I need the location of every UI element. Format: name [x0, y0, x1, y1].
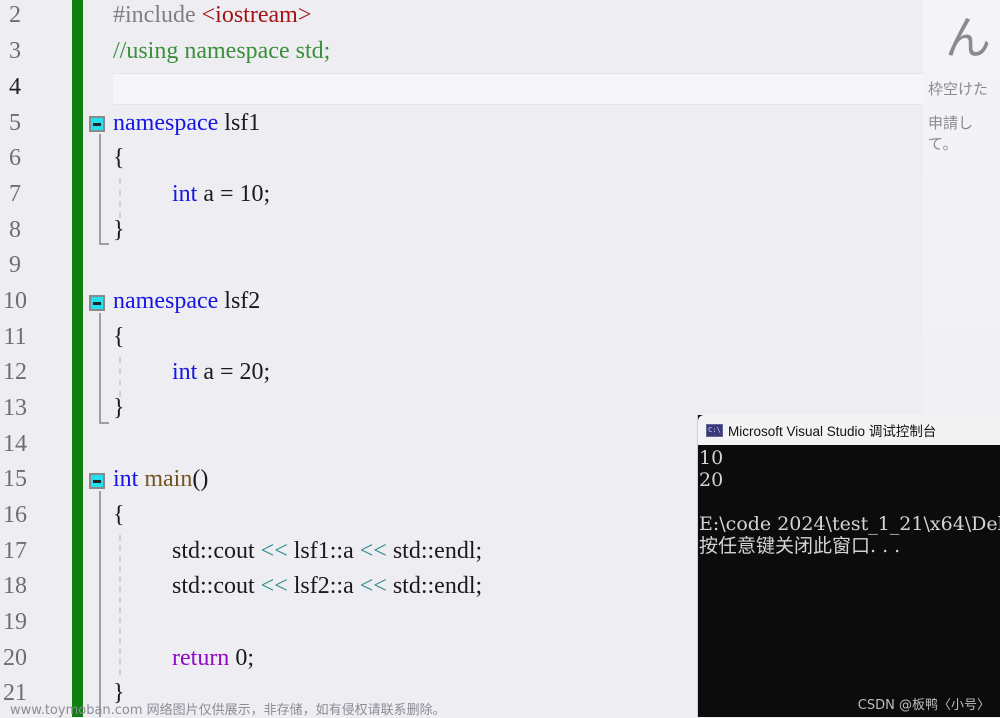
code-line-brace-close[interactable]: } [113, 395, 125, 422]
keyword: int [113, 466, 139, 492]
line-number-current: 4 [9, 74, 21, 100]
code-line-brace-open[interactable]: { [113, 502, 125, 529]
line-number: 16 [3, 502, 27, 528]
line-number: 10 [3, 288, 27, 314]
code-line-int-a-20[interactable]: int a = 20; [172, 359, 270, 386]
line-number: 6 [9, 145, 21, 171]
current-line-highlight [113, 73, 923, 105]
art-text: 申請して。 [928, 114, 974, 153]
line-number: 12 [3, 359, 27, 385]
fold-range-end [99, 422, 109, 424]
stream: std::cout [172, 538, 261, 564]
art-text: 枠空けた [928, 80, 989, 98]
keyword: int [172, 181, 198, 207]
keyword: namespace [113, 288, 219, 314]
code-line-return[interactable]: return 0; [172, 645, 254, 672]
fold-collapse-icon[interactable] [89, 295, 105, 311]
line-number: 11 [3, 324, 27, 350]
operator: << [359, 573, 387, 599]
statement: 0; [229, 645, 254, 671]
code-line-brace-open[interactable]: { [113, 324, 125, 351]
code-line-comment[interactable]: //using namespace std; [113, 38, 330, 65]
brace: { [113, 502, 125, 528]
line-number-gutter: 2 3 4 5 6 7 8 9 10 11 12 13 14 15 16 17 … [0, 0, 72, 717]
function-name: main [144, 466, 193, 492]
line-number: 19 [3, 609, 27, 635]
console-title: Microsoft Visual Studio 调试控制台 [728, 424, 937, 439]
parens: () [192, 466, 209, 492]
debug-console-window[interactable]: C:\ Microsoft Visual Studio 调试控制台 10 20 E:… [697, 415, 1000, 717]
code-line-namespace-lsf1[interactable]: namespace lsf1 [113, 110, 260, 137]
code-line-int-a-10[interactable]: int a = 10; [172, 181, 270, 208]
line-number: 7 [9, 181, 21, 207]
operator: << [359, 538, 387, 564]
keyword: namespace [113, 110, 219, 136]
indent-guide [119, 178, 121, 218]
fold-range-line [99, 313, 101, 423]
console-output[interactable]: 1020 E:\code 2024\test_1_21\x64\Debug\tes… [698, 445, 1000, 559]
code-line-brace-open[interactable]: { [113, 145, 125, 172]
console-title-bar[interactable]: C:\ Microsoft Visual Studio 调试控制台 [698, 415, 1000, 445]
identifier: std::endl; [386, 573, 483, 599]
console-output-line: 按任意键关闭此窗口. . . [699, 535, 901, 557]
include-header: <iostream> [201, 2, 312, 28]
keyword: int [172, 359, 198, 385]
fold-collapse-icon[interactable] [89, 116, 105, 132]
brace: } [113, 217, 125, 243]
line-number: 2 [9, 2, 21, 28]
identifier: lsf1 [218, 110, 261, 136]
identifier: lsf2::a [287, 573, 360, 599]
change-tracking-bar [72, 0, 83, 717]
console-output-line: 20 [699, 469, 724, 491]
identifier: lsf2 [218, 288, 261, 314]
fold-collapse-icon[interactable] [89, 473, 105, 489]
author-attribution: CSDN @板鸭〈小号〉 [857, 698, 990, 713]
line-number: 8 [9, 217, 21, 243]
line-number: 13 [3, 395, 27, 421]
line-number: 15 [3, 466, 27, 492]
line-number: 14 [3, 431, 27, 457]
indent-guide [119, 535, 121, 675]
statement: a = 20; [197, 359, 271, 385]
brace: { [113, 324, 125, 350]
code-line-include[interactable]: #include <iostream> [113, 2, 311, 29]
indent-guide [119, 357, 121, 397]
art-text: ん [945, 11, 991, 65]
keyword-return: return [172, 645, 230, 671]
watermark-text: www.toymoban.com 网络图片仅供展示，非存储，如有侵权请联系删除。 [10, 703, 446, 718]
code-line-namespace-lsf2[interactable]: namespace lsf2 [113, 288, 260, 315]
brace: { [113, 145, 125, 171]
identifier: lsf1::a [287, 538, 360, 564]
line-number: 5 [9, 110, 21, 136]
console-output-line: 10 [699, 447, 724, 469]
operator: << [260, 538, 288, 564]
console-output-line: E:\code 2024\test_1_21\x64\Debug\test_1_… [699, 513, 1000, 535]
code-line-brace-close[interactable]: } [113, 217, 125, 244]
code-line-cout-lsf1[interactable]: std::cout << lsf1::a << std::endl; [172, 538, 482, 565]
preprocessor-directive: #include [113, 2, 202, 28]
stream: std::cout [172, 573, 261, 599]
comment: //using namespace std; [113, 38, 331, 64]
statement: a = 10; [197, 181, 271, 207]
line-number: 3 [9, 38, 21, 64]
identifier: std::endl; [386, 538, 483, 564]
console-app-icon: C:\ [706, 423, 723, 437]
line-number: 18 [3, 573, 27, 599]
brace: } [113, 395, 125, 421]
line-number: 20 [3, 645, 27, 671]
operator: << [260, 573, 288, 599]
line-number: 17 [3, 538, 27, 564]
fold-range-end [99, 243, 109, 245]
code-line-cout-lsf2[interactable]: std::cout << lsf2::a << std::endl; [172, 573, 482, 600]
line-number: 9 [9, 252, 21, 278]
fold-range-line [99, 491, 101, 717]
fold-range-line [99, 134, 101, 244]
code-line-main[interactable]: int main() [113, 466, 208, 493]
